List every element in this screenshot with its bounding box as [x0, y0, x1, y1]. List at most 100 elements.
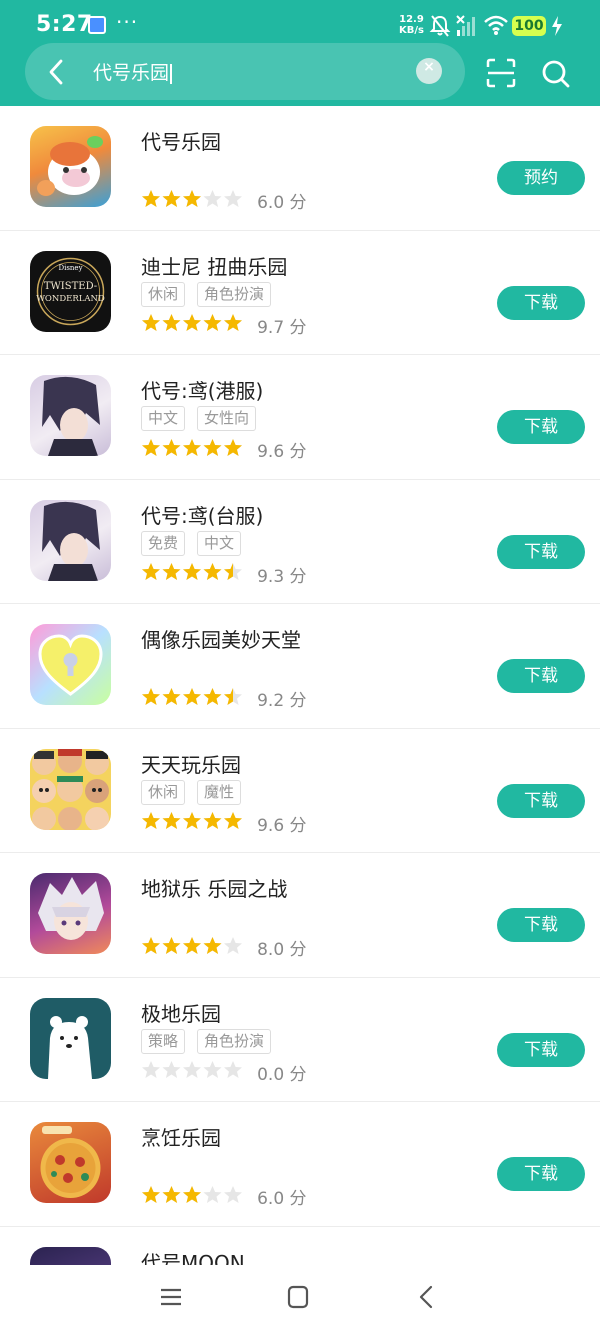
app-name[interactable]: 偶像乐园美妙天堂	[141, 624, 301, 653]
star-icon	[162, 1061, 181, 1078]
tag: 角色扮演	[197, 281, 272, 307]
tag: 女性向	[197, 406, 257, 431]
list-item[interactable]: 极地乐园 策略 角色扮演 0.0 分 下载	[0, 978, 600, 1102]
tag: 中文	[197, 530, 242, 556]
twisted-wonderland-icon[interactable]: Disney TWISTED- WONDERLAND	[30, 250, 111, 332]
rating: 9.2 分	[141, 686, 307, 711]
download-button[interactable]: 下载	[497, 1032, 585, 1067]
crowd-faces-icon[interactable]	[30, 748, 111, 830]
download-button[interactable]: 下载	[497, 534, 585, 569]
star-icon	[142, 189, 160, 207]
app-name[interactable]: 极地乐园	[141, 998, 221, 1027]
icon-brand-text: Disney	[58, 264, 82, 272]
star-icon	[162, 438, 181, 456]
anime-character-art	[42, 501, 100, 581]
download-button[interactable]: 下载	[497, 659, 585, 693]
game-icon-plush-animal[interactable]	[30, 126, 111, 207]
network-speed-unit: KB/s	[399, 25, 424, 36]
stars-graphic	[142, 1185, 242, 1203]
app-name[interactable]: 天天玩乐园	[141, 749, 241, 778]
search-bar[interactable]: 代号乐园 ×	[25, 43, 465, 100]
pizza-icon[interactable]	[30, 1122, 111, 1203]
app-name[interactable]: 烹饪乐园	[141, 1122, 221, 1151]
tag-list: 中文 女性向	[141, 406, 268, 431]
star-rating	[141, 562, 242, 586]
score: 9.6 分	[257, 442, 307, 462]
stars-graphic	[142, 687, 242, 705]
status-bar: 5:27 ··· 12.9 KB/s 100	[0, 0, 600, 44]
list-item[interactable]: 烹饪乐园 6.0 分 下载	[0, 1102, 600, 1227]
star-icon	[142, 438, 160, 456]
star-icon	[162, 563, 181, 580]
rating: 0.0 分	[141, 1060, 307, 1085]
list-item[interactable]: 地狱乐 乐园之战 8.0 分 下载	[0, 853, 600, 978]
score: 8.0 分	[257, 940, 307, 960]
star-icon	[203, 438, 222, 456]
charging-icon	[552, 16, 562, 36]
star-rating	[141, 313, 242, 337]
back-icon[interactable]	[414, 1285, 440, 1309]
tag: 策略	[141, 1028, 186, 1054]
scan-icon[interactable]	[486, 58, 516, 88]
app-name[interactable]: 代号乐园	[141, 126, 221, 155]
heart-keyhole-icon[interactable]	[30, 624, 111, 705]
back-arrow-icon[interactable]	[45, 58, 67, 86]
list-item[interactable]: 代号:鸢(港服) 中文 女性向 9.6 分 下载	[0, 355, 600, 480]
download-button[interactable]: 下载	[497, 285, 585, 320]
heart-keyhole-art	[38, 634, 103, 696]
tag: 免费	[141, 530, 186, 556]
pizza-art	[40, 1126, 101, 1198]
star-icon	[162, 314, 181, 331]
tag-list: 休闲 魔性	[141, 779, 253, 805]
star-icon	[203, 1061, 222, 1078]
star-icon	[142, 314, 160, 331]
app-name[interactable]: 代号:鸢(港服)	[141, 375, 263, 404]
network-speed-value: 12.9	[399, 14, 424, 25]
star-icon	[142, 1061, 160, 1078]
list-item[interactable]: 天天玩乐园 休闲 魔性 9.6 分 下载	[0, 729, 600, 853]
tag-list: 免费 中文	[141, 530, 253, 556]
download-button[interactable]: 下载	[497, 783, 585, 818]
calendar-icon	[88, 16, 106, 34]
list-item[interactable]: 偶像乐园美妙天堂 9.2 分 下载	[0, 604, 600, 729]
home-icon[interactable]	[285, 1285, 311, 1309]
white-hair-character-icon[interactable]	[30, 873, 111, 954]
anime-character-icon[interactable]	[30, 375, 111, 456]
star-icon	[224, 687, 242, 705]
app-name[interactable]: 代号:鸢(台服)	[141, 500, 263, 529]
app-name[interactable]: 迪士尼 扭曲乐园	[141, 251, 287, 280]
list-item[interactable]: Disney TWISTED- WONDERLAND 迪士尼 扭曲乐园 休闲 角色…	[0, 231, 600, 355]
app-name[interactable]: 地狱乐 乐园之战	[141, 873, 287, 902]
menu-icon[interactable]	[158, 1285, 184, 1309]
anime-character-icon[interactable]	[30, 499, 111, 581]
clear-search-button[interactable]: ×	[416, 58, 442, 84]
rating: 6.0 分	[141, 188, 307, 213]
search-icon[interactable]	[541, 59, 571, 89]
score: 9.3 分	[257, 566, 307, 587]
reserve-button[interactable]: 预约	[497, 161, 585, 195]
signal-icon	[456, 15, 475, 36]
star-icon	[203, 1185, 222, 1203]
download-button[interactable]: 下载	[497, 908, 585, 942]
polar-bear-icon[interactable]	[30, 997, 111, 1079]
download-button[interactable]: 下载	[497, 1157, 585, 1191]
star-icon	[162, 812, 181, 829]
wifi-icon	[484, 15, 508, 35]
header: 5:27 ··· 12.9 KB/s 100 代号乐园 ×	[0, 0, 600, 106]
search-input[interactable]: 代号乐园	[93, 58, 172, 85]
twisted-wonderland-art: Disney TWISTED- WONDERLAND	[36, 257, 105, 325]
icon-title-line-2: WONDERLAND	[36, 294, 105, 304]
rating: 6.0 分	[141, 1184, 307, 1209]
rating: 9.6 分	[141, 437, 307, 462]
more-notifications-icon: ···	[116, 10, 139, 34]
download-button[interactable]: 下载	[497, 410, 585, 444]
list-item[interactable]: 代号乐园 6.0 分 预约	[0, 106, 600, 231]
icon-title-line-1: TWISTED-	[44, 281, 97, 292]
crowd-faces-art	[32, 748, 109, 830]
rating: 9.6 分	[141, 811, 307, 836]
list-item[interactable]: 代号:鸢(台服) 免费 中文 9.3 分 下载	[0, 480, 600, 604]
rating: 9.3 分	[141, 562, 307, 587]
star-icon	[224, 438, 242, 456]
tag-list: 策略 角色扮演	[141, 1028, 283, 1054]
score: 9.2 分	[257, 691, 307, 711]
